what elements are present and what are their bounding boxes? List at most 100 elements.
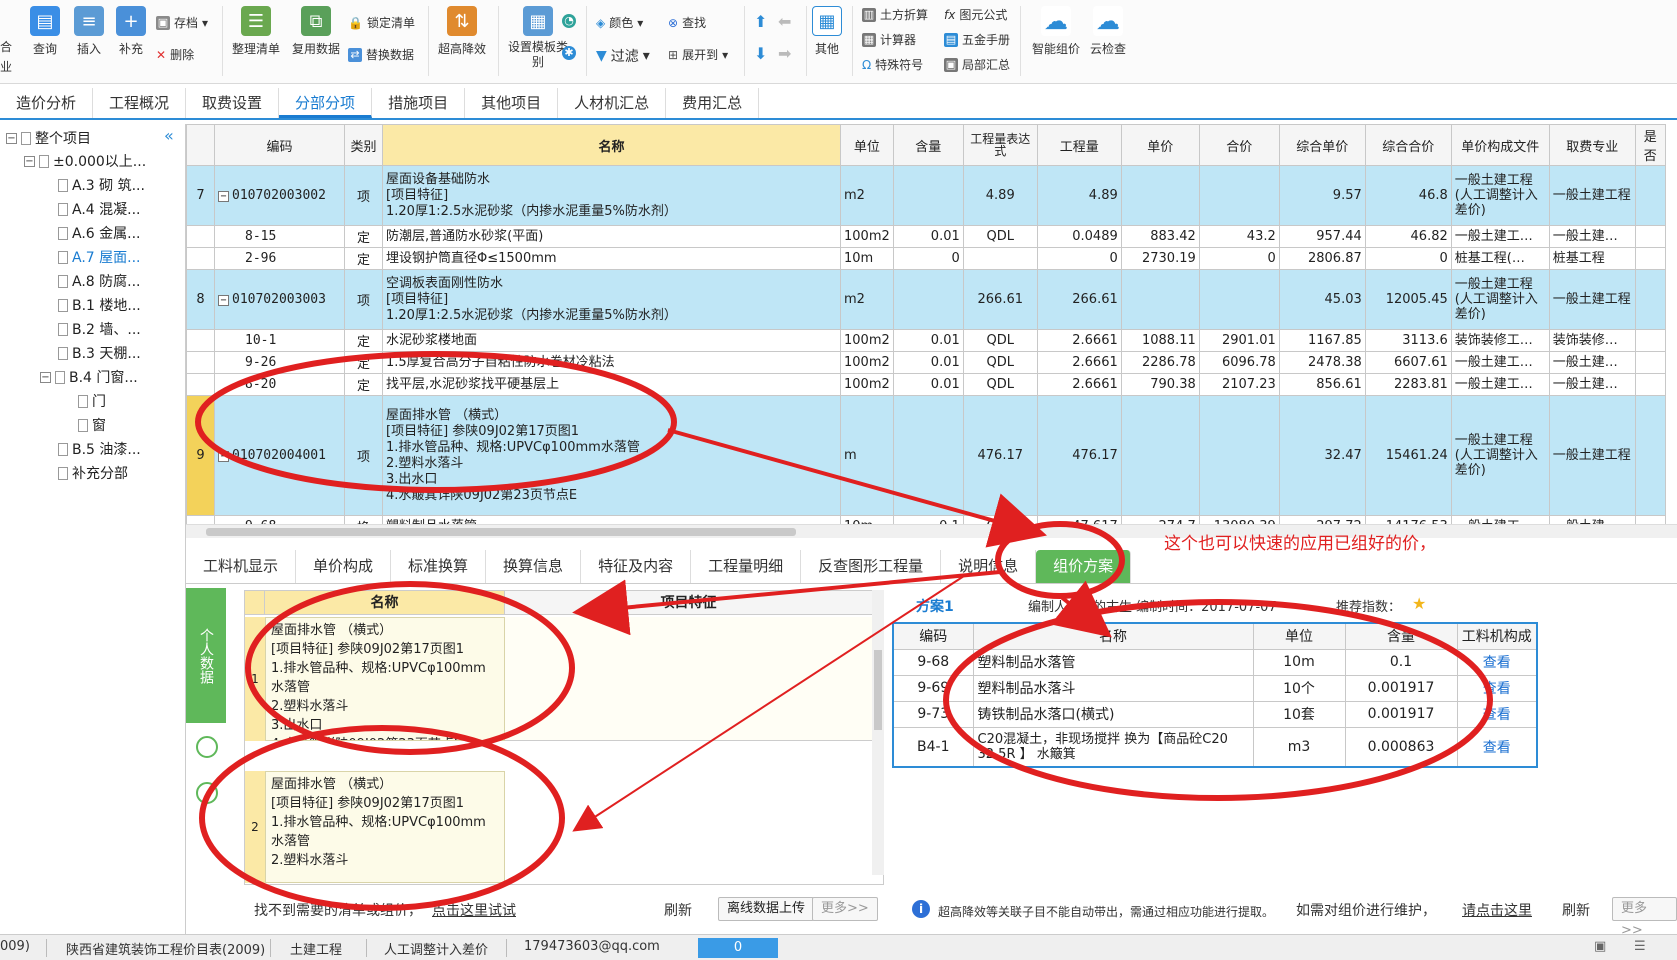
- cell-price[interactable]: 2286.78: [1120, 351, 1200, 374]
- cell-expr[interactable]: QDL: [962, 515, 1038, 524]
- more-button-right[interactable]: 更多>>: [1612, 897, 1677, 938]
- ribbon-round-icon-1[interactable]: ◔: [562, 14, 576, 28]
- cell-type[interactable]: 项: [344, 395, 383, 516]
- cell-flag[interactable]: [1634, 515, 1666, 524]
- cell-no[interactable]: [186, 351, 215, 374]
- cell-ctotal[interactable]: 46.8: [1364, 165, 1452, 226]
- tab-unit-price-composition[interactable]: 单价构成: [296, 550, 392, 583]
- tree-item[interactable]: 窗: [78, 415, 106, 435]
- cell-fee[interactable]: 一般土建…: [1548, 373, 1636, 396]
- cell-expr[interactable]: 266.61: [962, 269, 1038, 330]
- col-header-content[interactable]: 含量: [892, 124, 964, 166]
- tree-item[interactable]: A.6 金属...: [58, 223, 141, 243]
- tab-labor-material[interactable]: 人材机汇总: [558, 88, 667, 118]
- list-item[interactable]: 屋面排水管 （横式） [项目特征] 参陕09J02第17页图1 1.排水管品种、…: [265, 771, 505, 883]
- cell-qty[interactable]: 476.17: [1036, 395, 1122, 516]
- tab-quantity-detail[interactable]: 工程量明细: [691, 550, 802, 583]
- col-header-unit[interactable]: 单位: [840, 124, 894, 166]
- cell-code[interactable]: 9-68: [214, 515, 345, 524]
- tree-item[interactable]: B.1 楼地...: [58, 295, 141, 315]
- cell-expr[interactable]: [962, 247, 1038, 270]
- cell-no[interactable]: [186, 225, 215, 248]
- table-row[interactable]: 8−010702003003 项空调板表面刚性防水 [项目特征] 1.20厚1:2…: [186, 269, 1666, 330]
- cell-total[interactable]: 2107.23: [1198, 373, 1280, 396]
- grid-horizontal-scrollbar[interactable]: [186, 524, 1677, 538]
- col-header-name[interactable]: 名称: [382, 124, 841, 166]
- tab-cost-analysis[interactable]: 造价分析: [0, 88, 94, 118]
- cell-no[interactable]: [186, 329, 215, 352]
- hardware-manual-button[interactable]: ▤ 五金手册: [944, 31, 1010, 48]
- cell-total[interactable]: 6096.78: [1198, 351, 1280, 374]
- tree-item[interactable]: 门: [78, 391, 106, 411]
- cell-flag[interactable]: [1634, 165, 1666, 226]
- col-header-price[interactable]: 单价: [1120, 124, 1200, 166]
- cell-no[interactable]: [186, 373, 215, 396]
- query-button[interactable]: ▤ 查询: [30, 6, 60, 57]
- tab-standard-conversion[interactable]: 标准换算: [391, 550, 487, 583]
- cell-cprice[interactable]: 9.57: [1278, 165, 1366, 226]
- table-row[interactable]: 9-68换塑料制品水落管10m0.1QDL47.617274.713080.39…: [186, 515, 1666, 524]
- col-header-type[interactable]: 类别: [344, 124, 383, 166]
- tree-item[interactable]: A.4 混凝...: [58, 199, 141, 219]
- cell-expr[interactable]: 4.89: [962, 165, 1038, 226]
- cell-unit[interactable]: 100m2: [840, 225, 894, 248]
- cell-unit[interactable]: 100m2: [840, 373, 894, 396]
- collapse-icon[interactable]: −: [218, 295, 229, 306]
- table-row[interactable]: 9-68 塑料制品水落管 10m 0.1 查看: [892, 648, 1538, 676]
- tab-features-content[interactable]: 特征及内容: [581, 550, 692, 583]
- color-button[interactable]: ◈ 颜色 ▾: [596, 14, 643, 31]
- cell-ctotal[interactable]: 46.82: [1364, 225, 1452, 248]
- menu-icon[interactable]: ☰: [1634, 939, 1646, 954]
- cell-file[interactable]: 桩基工程(…: [1450, 247, 1550, 270]
- cell-code[interactable]: 8-15: [214, 225, 345, 248]
- cell-content[interactable]: [892, 165, 964, 226]
- tab-sub-items[interactable]: 分部分项: [279, 88, 373, 118]
- cell-name[interactable]: 防潮层,普通防水砂浆(平面): [382, 225, 841, 248]
- col-header-qty[interactable]: 工程量: [1036, 124, 1122, 166]
- refresh-link[interactable]: 刷新: [664, 900, 692, 920]
- tab-description[interactable]: 说明信息: [941, 550, 1037, 583]
- col-header-ctotal[interactable]: 综合合价: [1364, 124, 1452, 166]
- view-link[interactable]: 查看: [1456, 674, 1538, 702]
- cell-cprice[interactable]: 2478.38: [1278, 351, 1366, 374]
- cell-qty[interactable]: 2.6661: [1036, 373, 1122, 396]
- view-link[interactable]: 查看: [1456, 700, 1538, 728]
- cell-qty[interactable]: 266.61: [1036, 269, 1122, 330]
- lock-list-button[interactable]: 🔒 锁定清单: [348, 14, 415, 31]
- expand-to-button[interactable]: ⊞ 展开到 ▾: [668, 46, 728, 63]
- cell-fee[interactable]: 一般土建…: [1548, 515, 1636, 524]
- view-link[interactable]: 查看: [1456, 648, 1538, 676]
- cell-flag[interactable]: [1634, 225, 1666, 248]
- other-button[interactable]: ▦ 其他: [812, 6, 842, 57]
- cell-no[interactable]: 9: [186, 395, 215, 516]
- replace-data-button[interactable]: ⇄ 替换数据: [348, 46, 414, 63]
- cell-flag[interactable]: [1634, 247, 1666, 270]
- cell-unit[interactable]: m2: [840, 269, 894, 330]
- cell-code[interactable]: −010702003003: [214, 269, 345, 330]
- cell-ctotal[interactable]: 0: [1364, 247, 1452, 270]
- cell-type[interactable]: 定: [344, 351, 383, 374]
- cell-price[interactable]: [1120, 269, 1200, 330]
- maintain-link[interactable]: 请点击这里: [1462, 900, 1532, 920]
- cell-qty[interactable]: 47.617: [1036, 515, 1122, 524]
- col-header-total[interactable]: 合价: [1198, 124, 1280, 166]
- cell-name[interactable]: 屋面设备基础防水 [项目特征] 1.20厚1:2.5水泥砂浆（内掺水泥重量5%防…: [382, 165, 841, 226]
- ribbon-round-icon-2[interactable]: ✱: [562, 46, 576, 60]
- list-item[interactable]: 屋面排水管 （横式） [项目特征] 参陕09J02第17页图1 1.排水管品种、…: [265, 617, 505, 741]
- height-reduction-button[interactable]: ⇅ 超高降效: [438, 6, 486, 57]
- cell-code[interactable]: −010702004001: [214, 395, 345, 516]
- cell-file[interactable]: 一般土建工程(人工调整计入差价): [1450, 395, 1550, 516]
- scheme-title[interactable]: 方案1: [916, 596, 954, 616]
- cell-qty[interactable]: 0: [1036, 247, 1122, 270]
- tree-item[interactable]: B.3 天棚...: [58, 343, 141, 363]
- cell-total[interactable]: [1198, 395, 1280, 516]
- cell-qty[interactable]: 4.89: [1036, 165, 1122, 226]
- cell-unit[interactable]: 100m2: [840, 329, 894, 352]
- cell-type[interactable]: 项: [344, 269, 383, 330]
- cloud-check-button[interactable]: ☁ 云检查: [1090, 6, 1126, 57]
- tree-item[interactable]: A.3 砌 筑...: [58, 175, 145, 195]
- collapse-panel-icon[interactable]: «: [164, 126, 174, 145]
- cell-expr[interactable]: QDL: [962, 351, 1038, 374]
- cell-flag[interactable]: [1634, 395, 1666, 516]
- reuse-data-button[interactable]: ⧉ 复用数据: [292, 6, 340, 57]
